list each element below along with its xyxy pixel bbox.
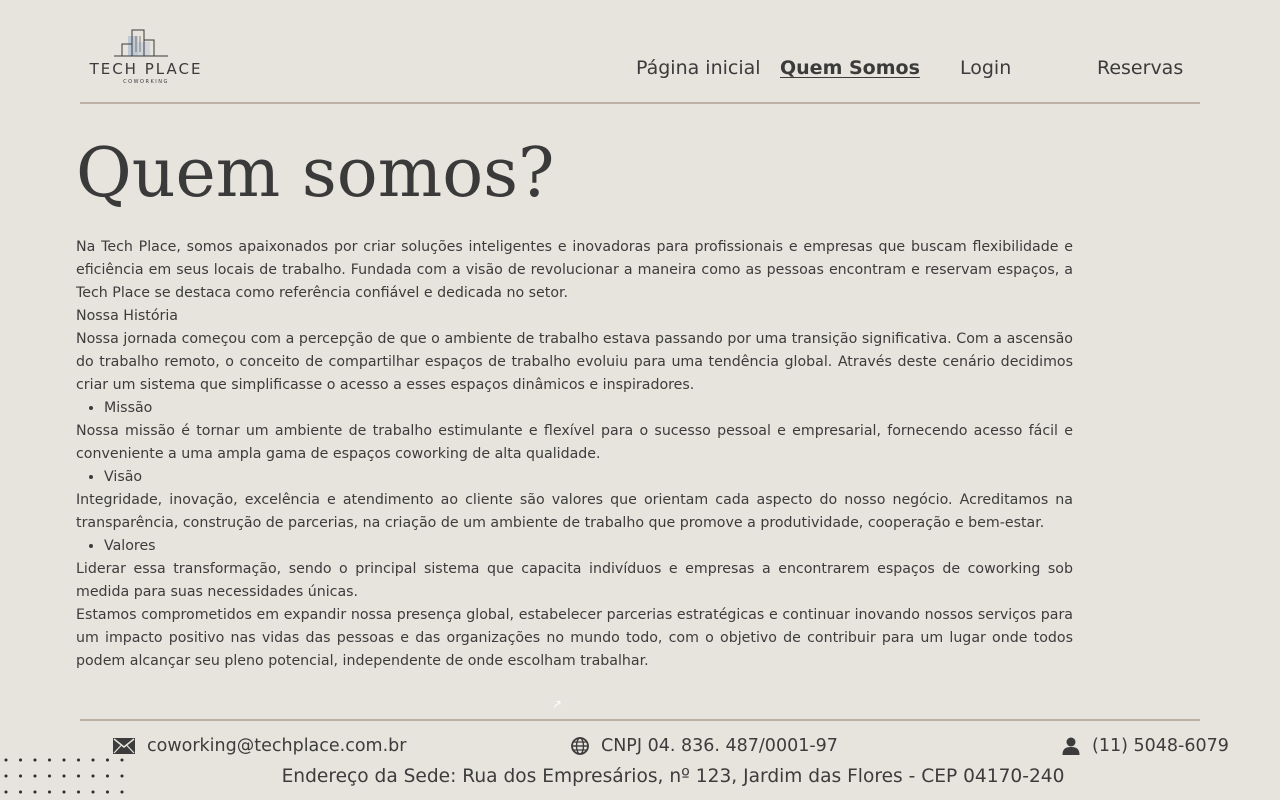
decoration-dot — [62, 758, 66, 762]
decoration-dot — [91, 758, 95, 762]
vision-list: Visão — [76, 466, 1073, 489]
nav-reservations[interactable]: Reservas — [1097, 56, 1183, 80]
logo-name: TECH PLACE — [89, 60, 203, 78]
decoration-dot — [62, 790, 66, 794]
footer-phone[interactable]: (11) 5048-6079 — [1062, 734, 1229, 758]
decoration-dot — [91, 790, 95, 794]
vision-heading: Visão — [104, 466, 1073, 489]
footer-email[interactable]: coworking@techplace.com.br — [113, 734, 406, 758]
decoration-dot — [91, 774, 95, 778]
person-icon — [1062, 737, 1080, 755]
mission-paragraph: Nossa missão é tornar um ambiente de tra… — [76, 423, 1073, 462]
globe-icon — [571, 737, 589, 755]
closing-paragraph: Estamos comprometidos em expandir nossa … — [76, 607, 1073, 669]
decoration-dot — [62, 774, 66, 778]
decoration-dot — [120, 790, 124, 794]
footer-cnpj: CNPJ 04. 836. 487/0001-97 — [571, 734, 838, 758]
history-paragraph: Nossa jornada começou com a percepção de… — [76, 331, 1073, 393]
about-content: Na Tech Place, somos apaixonados por cri… — [76, 236, 1073, 673]
decoration-dot — [33, 758, 37, 762]
values-paragraph: Liderar essa transformação, sendo o prin… — [76, 561, 1073, 600]
decoration-dot — [77, 790, 80, 794]
footer-divider — [80, 719, 1200, 721]
arrow-up-right-icon: ↗ — [552, 697, 563, 711]
phone-text: (11) 5048-6079 — [1092, 736, 1229, 756]
footer-address: Endereço da Sede: Rua dos Empresários, n… — [281, 766, 1065, 787]
decoration-dot — [120, 758, 124, 762]
intro-paragraph: Na Tech Place, somos apaixonados por cri… — [76, 239, 1073, 301]
logo-subtitle: COWORKING — [123, 79, 169, 85]
decoration-dot — [4, 774, 8, 778]
decoration-dot — [4, 790, 8, 794]
nav-home[interactable]: Página inicial — [636, 56, 761, 80]
mission-list: Missão — [76, 397, 1073, 420]
cnpj-text: CNPJ 04. 836. 487/0001-97 — [601, 736, 838, 756]
email-text: coworking@techplace.com.br — [147, 736, 407, 756]
decoration-dot — [19, 758, 22, 762]
nav-about[interactable]: Quem Somos — [780, 56, 920, 80]
nav-login[interactable]: Login — [960, 56, 1011, 80]
decoration-dot — [48, 790, 51, 794]
decoration-dot — [19, 790, 22, 794]
decoration-dot — [106, 758, 109, 762]
decoration-dot — [48, 774, 51, 778]
decoration-dot — [106, 790, 109, 794]
site-header: TECH PLACE COWORKING Página inicial Quem… — [80, 0, 1200, 104]
decoration-dot — [48, 758, 51, 762]
decoration-dot — [4, 758, 8, 762]
mission-heading: Missão — [104, 397, 1073, 420]
decoration-dot — [77, 774, 80, 778]
decoration-dot — [77, 758, 80, 762]
building-logo-icon — [114, 29, 168, 57]
decoration-dot — [120, 774, 124, 778]
dot-grid-decoration — [4, 758, 124, 794]
decoration-dot — [33, 790, 37, 794]
values-heading: Valores — [104, 535, 1073, 558]
values-list: Valores — [76, 535, 1073, 558]
page-title: Quem somos? — [76, 134, 555, 213]
vision-paragraph: Integridade, inovação, excelência e aten… — [76, 492, 1073, 531]
logo[interactable]: TECH PLACE COWORKING — [84, 26, 208, 88]
decoration-dot — [33, 774, 37, 778]
decoration-dot — [19, 774, 22, 778]
history-heading: Nossa História — [76, 308, 178, 324]
decoration-dot — [106, 774, 109, 778]
